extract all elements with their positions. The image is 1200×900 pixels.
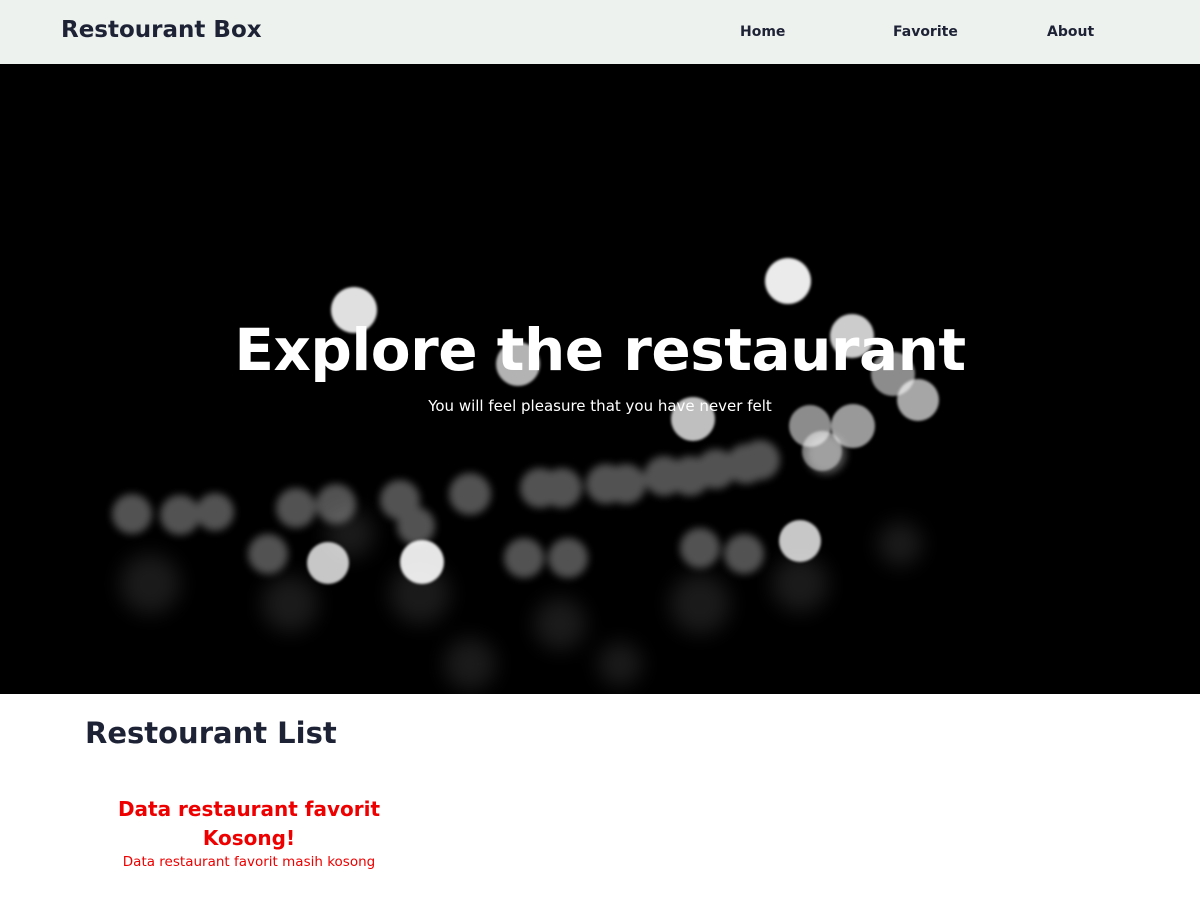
- nav-link-home[interactable]: Home: [740, 24, 785, 40]
- empty-state-title: Data restaurant favorit Kosong!: [117, 797, 381, 850]
- empty-state-description: Data restaurant favorit masih kosong: [122, 854, 376, 870]
- empty-state: Data restaurant favorit Kosong! Data res…: [110, 795, 388, 870]
- navbar: Restourant Box Home Favorite About: [0, 0, 1200, 64]
- hero-banner: Explore the restaurant You will feel ple…: [0, 64, 1200, 694]
- nav-link-favorite[interactable]: Favorite: [893, 24, 958, 40]
- brand-logo-text[interactable]: Restourant Box: [61, 17, 262, 43]
- section-title: Restourant List: [85, 716, 337, 750]
- hero-title: Explore the restaurant: [234, 316, 966, 384]
- nav-link-about[interactable]: About: [1047, 24, 1094, 40]
- hero-subtitle: You will feel pleasure that you have nev…: [428, 397, 772, 415]
